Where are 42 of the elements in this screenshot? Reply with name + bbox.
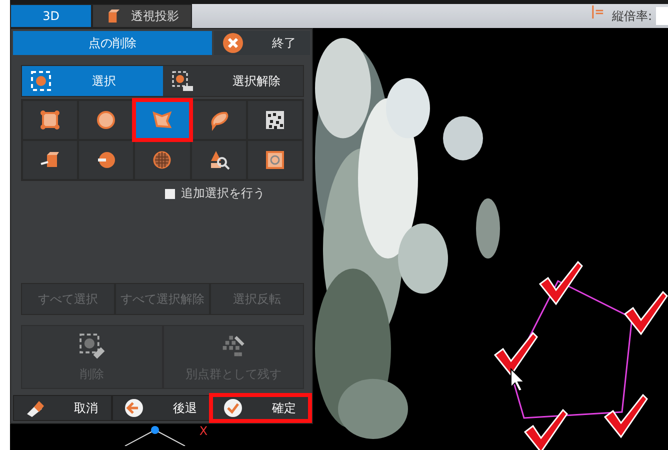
tool-button[interactable] — [134, 140, 191, 180]
scale-label: 縦倍率: — [612, 8, 652, 24]
tool-button[interactable] — [22, 140, 78, 180]
axis-label: X — [199, 424, 208, 438]
check-mark-icon — [523, 408, 569, 450]
footer-button[interactable]: 確定 — [211, 395, 310, 421]
mode-toggle[interactable]: 選択 — [22, 66, 162, 96]
close-button[interactable]: 終了 — [214, 31, 310, 55]
scale-input-field[interactable] — [656, 7, 668, 25]
checkbox-label: 追加選択を行う — [181, 185, 265, 202]
tool-button[interactable] — [78, 140, 134, 180]
deselect-icon — [170, 70, 192, 92]
check-mark-icon — [538, 260, 584, 306]
confirm-check-icon — [222, 397, 244, 419]
tool-button[interactable] — [22, 100, 78, 140]
mesh-sphere-icon — [151, 149, 174, 171]
vertical-scale-icon — [590, 4, 606, 20]
mode-toggle[interactable]: 選択解除 — [162, 66, 303, 96]
tool-button[interactable] — [190, 100, 247, 140]
check-mark-icon — [493, 331, 539, 377]
view-tab[interactable]: 透視投影 — [92, 4, 192, 28]
checkbox[interactable] — [165, 188, 175, 198]
panel-title: 点の削除 — [13, 31, 212, 55]
polygon-select-icon — [151, 109, 174, 131]
close-icon — [222, 32, 244, 54]
tool-button[interactable] — [190, 140, 247, 180]
footer-button[interactable]: 後退 — [112, 395, 211, 421]
erase-selection-icon — [78, 332, 106, 360]
view-tab[interactable]: 3D — [10, 4, 92, 28]
select-icon — [30, 70, 52, 92]
tool-button[interactable] — [246, 140, 303, 180]
tool-button[interactable] — [78, 100, 134, 140]
frame-search-icon — [264, 149, 286, 171]
check-mark-icon — [623, 290, 668, 336]
tool-button[interactable] — [246, 100, 303, 140]
check-mark-icon — [603, 393, 649, 439]
circle-select-icon — [95, 109, 118, 131]
cursor-icon — [510, 368, 526, 392]
noise-pattern-icon — [264, 109, 286, 131]
footer-button[interactable]: 取消 — [13, 395, 112, 421]
cylinder-select-icon — [95, 149, 118, 171]
rectangle-select-icon — [39, 109, 62, 131]
